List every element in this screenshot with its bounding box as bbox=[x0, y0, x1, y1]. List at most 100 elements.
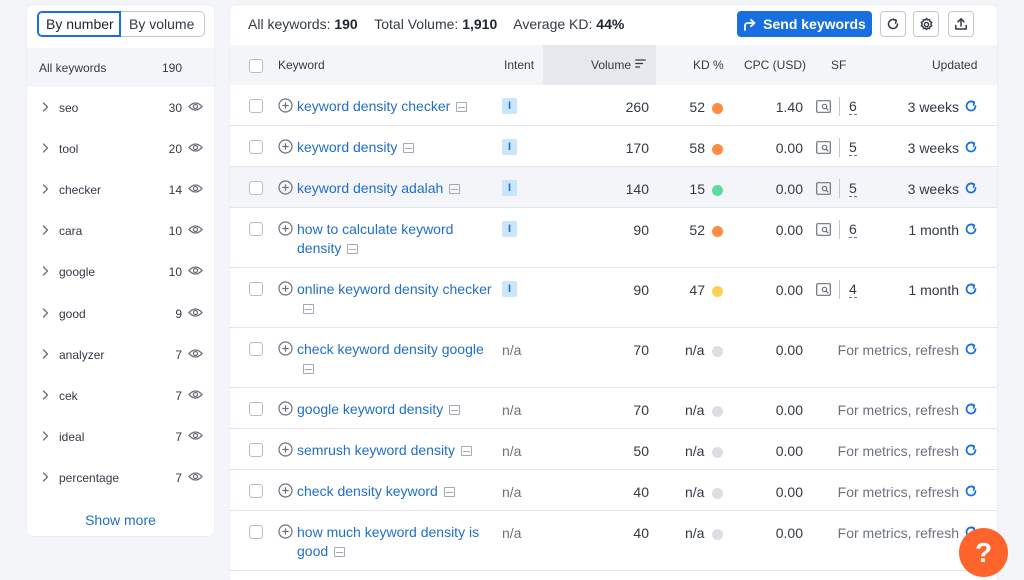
chevron-right-icon[interactable] bbox=[42, 225, 49, 235]
serp-features-icon[interactable] bbox=[816, 100, 831, 113]
settings-button[interactable] bbox=[913, 11, 939, 37]
row-checkbox[interactable] bbox=[249, 402, 263, 416]
sf-count[interactable]: 6 bbox=[849, 99, 857, 115]
eye-icon[interactable] bbox=[188, 348, 203, 359]
keyword-link[interactable]: keyword density checker bbox=[297, 97, 497, 116]
keyword-group-item[interactable]: seo 30 bbox=[27, 88, 214, 126]
keyword-group-item[interactable]: good 9 bbox=[27, 294, 214, 332]
serp-icon[interactable] bbox=[449, 405, 461, 415]
add-keyword-icon[interactable] bbox=[278, 341, 293, 356]
col-keyword[interactable]: Keyword bbox=[278, 58, 325, 72]
chevron-right-icon[interactable] bbox=[42, 102, 49, 112]
chevron-right-icon[interactable] bbox=[42, 472, 49, 482]
keyword-group-item[interactable]: checker 14 bbox=[27, 170, 214, 208]
add-keyword-icon[interactable] bbox=[278, 401, 293, 416]
add-keyword-icon[interactable] bbox=[278, 281, 293, 296]
eye-icon[interactable] bbox=[188, 265, 203, 276]
refresh-icon[interactable] bbox=[964, 99, 978, 113]
add-keyword-icon[interactable] bbox=[278, 98, 293, 113]
by-volume-toggle[interactable]: By volume bbox=[121, 11, 205, 37]
col-intent[interactable]: Intent bbox=[504, 58, 534, 72]
row-checkbox[interactable] bbox=[249, 222, 263, 236]
keyword-link[interactable]: keyword density bbox=[297, 138, 497, 157]
row-checkbox[interactable] bbox=[249, 525, 263, 539]
add-keyword-icon[interactable] bbox=[278, 524, 293, 539]
refresh-icon[interactable] bbox=[964, 181, 978, 195]
chevron-right-icon[interactable] bbox=[42, 143, 49, 153]
sf-count[interactable]: 6 bbox=[849, 222, 857, 238]
help-button[interactable]: ? bbox=[959, 528, 1008, 577]
col-cpc[interactable]: CPC (USD) bbox=[744, 58, 806, 72]
eye-icon[interactable] bbox=[188, 142, 203, 153]
eye-icon[interactable] bbox=[188, 224, 203, 235]
keyword-group-item[interactable]: tool 20 bbox=[27, 129, 214, 167]
by-number-toggle[interactable]: By number bbox=[37, 11, 121, 37]
eye-icon[interactable] bbox=[188, 389, 203, 400]
chevron-right-icon[interactable] bbox=[42, 431, 49, 441]
row-checkbox[interactable] bbox=[249, 282, 263, 296]
chevron-right-icon[interactable] bbox=[42, 390, 49, 400]
keyword-group-item[interactable]: cara 10 bbox=[27, 211, 214, 249]
refresh-icon[interactable] bbox=[964, 282, 978, 296]
keyword-link[interactable]: how to calculate keyword density bbox=[297, 220, 497, 258]
row-checkbox[interactable] bbox=[249, 140, 263, 154]
refresh-icon[interactable] bbox=[964, 342, 978, 356]
add-keyword-icon[interactable] bbox=[278, 483, 293, 498]
export-button[interactable] bbox=[948, 11, 974, 37]
eye-icon[interactable] bbox=[188, 101, 203, 112]
keyword-link[interactable]: check density keyword bbox=[297, 482, 497, 501]
row-checkbox[interactable] bbox=[249, 342, 263, 356]
show-more-link[interactable]: Show more bbox=[27, 512, 214, 528]
refresh-icon[interactable] bbox=[964, 443, 978, 457]
serp-icon[interactable] bbox=[449, 184, 461, 194]
keyword-link[interactable]: online keyword density checker bbox=[297, 280, 497, 318]
keyword-link[interactable]: google keyword density bbox=[297, 400, 497, 419]
all-keywords-group[interactable]: All keywords 190 bbox=[27, 48, 214, 87]
sf-count[interactable]: 4 bbox=[849, 282, 857, 298]
serp-icon[interactable] bbox=[456, 102, 468, 112]
serp-icon[interactable] bbox=[460, 446, 472, 456]
serp-features-icon[interactable] bbox=[816, 182, 831, 195]
col-sf[interactable]: SF bbox=[831, 58, 846, 72]
col-kd[interactable]: KD % bbox=[693, 58, 724, 72]
chevron-right-icon[interactable] bbox=[42, 349, 49, 359]
refresh-icon[interactable] bbox=[964, 222, 978, 236]
add-keyword-icon[interactable] bbox=[278, 180, 293, 195]
row-checkbox[interactable] bbox=[249, 484, 263, 498]
keyword-group-item[interactable]: ideal 7 bbox=[27, 417, 214, 455]
row-checkbox[interactable] bbox=[249, 443, 263, 457]
keyword-link[interactable]: semrush keyword density bbox=[297, 441, 497, 460]
sf-count[interactable]: 5 bbox=[849, 181, 857, 197]
col-updated[interactable]: Updated bbox=[932, 58, 977, 72]
refresh-icon[interactable] bbox=[964, 402, 978, 416]
select-all-checkbox[interactable] bbox=[249, 59, 263, 73]
keyword-group-item[interactable]: google 10 bbox=[27, 252, 214, 290]
serp-features-icon[interactable] bbox=[816, 223, 831, 236]
col-volume[interactable]: Volume bbox=[591, 58, 631, 72]
keyword-link[interactable]: check keyword density google bbox=[297, 340, 497, 378]
keyword-link[interactable]: how much keyword density is good bbox=[297, 523, 497, 561]
chevron-right-icon[interactable] bbox=[42, 266, 49, 276]
keyword-link[interactable]: keyword density adalah bbox=[297, 179, 497, 198]
keyword-group-item[interactable]: cek 7 bbox=[27, 376, 214, 414]
refresh-icon[interactable] bbox=[964, 140, 978, 154]
serp-icon[interactable] bbox=[443, 487, 455, 497]
chevron-right-icon[interactable] bbox=[42, 184, 49, 194]
serp-icon[interactable] bbox=[303, 364, 314, 374]
row-checkbox[interactable] bbox=[249, 181, 263, 195]
add-keyword-icon[interactable] bbox=[278, 221, 293, 236]
row-checkbox[interactable] bbox=[249, 99, 263, 113]
serp-icon[interactable] bbox=[347, 244, 359, 254]
add-keyword-icon[interactable] bbox=[278, 442, 293, 457]
serp-icon[interactable] bbox=[303, 304, 314, 314]
serp-icon[interactable] bbox=[403, 143, 415, 153]
serp-icon[interactable] bbox=[334, 547, 346, 557]
eye-icon[interactable] bbox=[188, 471, 203, 482]
refresh-button[interactable] bbox=[880, 11, 906, 37]
send-keywords-button[interactable]: Send keywords bbox=[737, 11, 872, 37]
serp-features-icon[interactable] bbox=[816, 283, 831, 296]
keyword-group-item[interactable]: analyzer 7 bbox=[27, 335, 214, 373]
keyword-group-item[interactable]: percentage 7 bbox=[27, 458, 214, 496]
eye-icon[interactable] bbox=[188, 307, 203, 318]
eye-icon[interactable] bbox=[188, 183, 203, 194]
